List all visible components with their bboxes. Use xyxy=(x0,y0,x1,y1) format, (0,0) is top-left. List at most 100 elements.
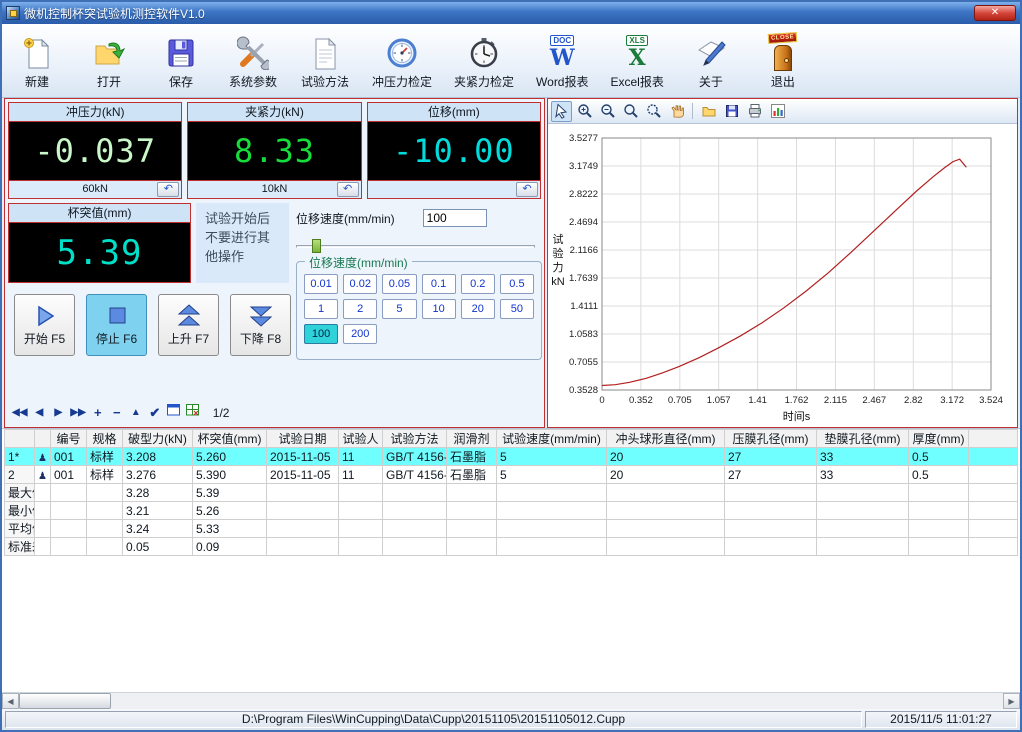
speed-option-10[interactable]: 10 xyxy=(422,299,456,319)
toolbar-excel-report-button[interactable]: XLSX Excel报表 xyxy=(607,28,668,92)
table-cell[interactable]: 0.5 xyxy=(909,466,969,484)
print-curve-button[interactable] xyxy=(744,101,765,122)
first-record-button[interactable]: ◀◀ xyxy=(10,404,29,422)
scrollbar-thumb[interactable] xyxy=(19,693,111,709)
toolbar-open-button[interactable]: 打开 xyxy=(80,28,138,92)
table-cell[interactable]: 001 xyxy=(51,448,87,466)
row-number: 2 xyxy=(5,466,35,484)
pan-hand-button[interactable] xyxy=(666,101,687,122)
speed-option-0.5[interactable]: 0.5 xyxy=(500,274,534,294)
table-row[interactable]: 2♟001标样3.2765.3902015-11-0511GB/T 4156-石… xyxy=(5,466,1018,484)
slider-thumb[interactable] xyxy=(312,239,321,253)
table-cell[interactable]: 5.390 xyxy=(193,466,267,484)
table-cell[interactable]: 11 xyxy=(339,466,383,484)
stat-cell xyxy=(497,484,607,502)
table-cell[interactable]: 0.5 xyxy=(909,448,969,466)
add-record-button[interactable]: + xyxy=(89,404,107,422)
confirm-record-button[interactable]: ✔ xyxy=(146,404,164,422)
speed-option-200[interactable]: 200 xyxy=(343,324,377,344)
table-cell[interactable]: 20 xyxy=(607,448,725,466)
table-cell[interactable]: 27 xyxy=(725,466,817,484)
toolbar-clamp-calibration-button[interactable]: 夹紧力检定 xyxy=(450,28,518,92)
file-path-status: D:\Program Files\WinCupping\Data\Cupp\20… xyxy=(5,711,862,728)
table-cell[interactable]: 27 xyxy=(725,448,817,466)
last-record-button[interactable]: ▶▶ xyxy=(68,404,87,422)
zoom-window-button[interactable] xyxy=(620,101,641,122)
speed-option-0.01[interactable]: 0.01 xyxy=(304,274,338,294)
zoom-in-button[interactable] xyxy=(574,101,595,122)
cursor-select-button[interactable] xyxy=(551,101,572,122)
table-cell[interactable]: 5 xyxy=(497,448,607,466)
table-cell[interactable]: 001 xyxy=(51,466,87,484)
window-view-button[interactable] xyxy=(165,404,183,422)
zoom-out-button[interactable] xyxy=(597,101,618,122)
up-button[interactable]: 上升 F7 xyxy=(158,294,219,356)
table-cell[interactable]: 石墨脂 xyxy=(447,466,497,484)
speed-option-50[interactable]: 50 xyxy=(500,299,534,319)
down-button[interactable]: 下降 F8 xyxy=(230,294,291,356)
stat-label: 最大值 xyxy=(5,484,35,502)
toolbar-save-button[interactable]: 保存 xyxy=(152,28,210,92)
toolbar-punch-calibration-button[interactable]: 冲压力检定 xyxy=(368,28,436,92)
toolbar-label: 试验方法 xyxy=(301,73,349,90)
stat-cell xyxy=(267,520,339,538)
speed-option-0.05[interactable]: 0.05 xyxy=(382,274,416,294)
start-button[interactable]: 开始 F5 xyxy=(14,294,75,356)
speed-option-100[interactable]: 100 xyxy=(304,324,338,344)
speed-option-20[interactable]: 20 xyxy=(461,299,495,319)
table-cell[interactable]: 5.260 xyxy=(193,448,267,466)
toolbar-new-button[interactable]: 新建 xyxy=(8,28,66,92)
prev-record-button[interactable]: ◀ xyxy=(30,404,48,422)
table-cell[interactable]: 2015-11-05 xyxy=(267,448,339,466)
stop-button[interactable]: 停止 F6 xyxy=(86,294,147,356)
table-cell[interactable]: 33 xyxy=(817,448,909,466)
toolbar-test-method-button[interactable]: 试验方法 xyxy=(296,28,354,92)
table-cell[interactable]: 20 xyxy=(607,466,725,484)
displacement-zero-button[interactable]: ↶ xyxy=(516,182,538,197)
next-record-button[interactable]: ▶ xyxy=(49,404,67,422)
speed-option-0.02[interactable]: 0.02 xyxy=(343,274,377,294)
edit-record-button[interactable]: ▲ xyxy=(127,404,145,422)
punch-zero-button[interactable]: ↶ xyxy=(157,182,179,197)
table-cell[interactable]: GB/T 4156- xyxy=(383,466,447,484)
toolbar-system-params-button[interactable]: 系统参数 xyxy=(224,28,282,92)
stat-cell xyxy=(909,520,969,538)
table-cell[interactable]: 石墨脂 xyxy=(447,448,497,466)
scroll-left-button[interactable]: ◀ xyxy=(2,693,19,709)
table-cell[interactable]: 3.276 xyxy=(123,466,193,484)
table-cell[interactable]: 2015-11-05 xyxy=(267,466,339,484)
clamp-zero-button[interactable]: ↶ xyxy=(337,182,359,197)
speed-option-0.1[interactable]: 0.1 xyxy=(422,274,456,294)
close-button[interactable]: ✕ xyxy=(974,5,1016,21)
table-row[interactable]: 1*♟001标样3.2085.2602015-11-0511GB/T 4156-… xyxy=(5,448,1018,466)
export-chart-button[interactable] xyxy=(767,101,788,122)
control-panel: 冲压力(kN) -0.037 60kN ↶ 夹紧力(kN) 8.33 10kN … xyxy=(4,98,545,428)
table-cell[interactable]: GB/T 4156- xyxy=(383,448,447,466)
row-number: 1* xyxy=(5,448,35,466)
speed-option-5[interactable]: 5 xyxy=(382,299,416,319)
zoom-reset-button[interactable] xyxy=(643,101,664,122)
table-cell[interactable]: 3.208 xyxy=(123,448,193,466)
delete-record-button[interactable]: − xyxy=(108,404,126,422)
table-cell[interactable]: 33 xyxy=(817,466,909,484)
speed-option-1[interactable]: 1 xyxy=(304,299,338,319)
table-cell[interactable]: 5 xyxy=(497,466,607,484)
column-header: 试验方法 xyxy=(383,430,447,448)
export-grid-button[interactable] xyxy=(184,404,202,422)
horizontal-scrollbar[interactable]: ◀ ▶ xyxy=(2,692,1020,709)
table-cell[interactable]: 标样 xyxy=(87,448,123,466)
speed-input[interactable] xyxy=(423,209,487,227)
toolbar-exit-button[interactable]: CLOSE 退出 xyxy=(754,28,812,92)
table-cell[interactable]: 11 xyxy=(339,448,383,466)
speed-option-0.2[interactable]: 0.2 xyxy=(461,274,495,294)
table-cell[interactable]: 标样 xyxy=(87,466,123,484)
stat-cell xyxy=(909,538,969,556)
scroll-right-button[interactable]: ▶ xyxy=(1003,693,1020,709)
toolbar-word-report-button[interactable]: DOCW Word报表 xyxy=(532,28,592,92)
open-curve-button[interactable] xyxy=(698,101,719,122)
toolbar-about-button[interactable]: 关于 xyxy=(682,28,740,92)
speed-slider[interactable] xyxy=(296,238,535,254)
speed-option-2[interactable]: 2 xyxy=(343,299,377,319)
stat-cell: 0.09 xyxy=(193,538,267,556)
save-curve-button[interactable] xyxy=(721,101,742,122)
